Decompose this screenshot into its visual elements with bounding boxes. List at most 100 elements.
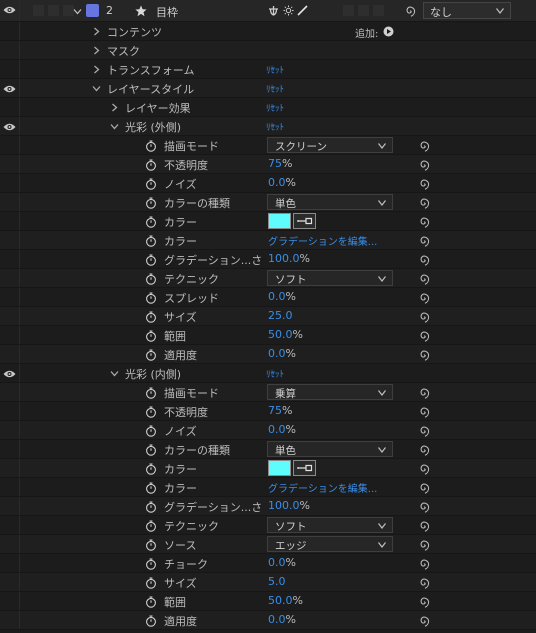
expression-pickwhip-icon[interactable] (418, 273, 430, 285)
property-row[interactable]: スプレッド 0.0% (0, 288, 536, 307)
eye-icon[interactable] (3, 85, 16, 93)
expression-pickwhip-icon[interactable] (418, 596, 430, 608)
group-label[interactable]: レイヤースタイル (107, 81, 194, 97)
expression-pickwhip-icon[interactable] (418, 539, 430, 551)
property-dropdown[interactable]: エッジ (267, 536, 393, 552)
reset-link[interactable]: ﾘｾｯﾄ (266, 120, 284, 133)
value-number[interactable]: 100.0 (268, 252, 300, 265)
chevron-right-icon[interactable] (110, 103, 119, 112)
eyedropper-button[interactable] (293, 213, 316, 229)
property-value[interactable]: 50.0% (268, 594, 303, 607)
stopwatch-icon[interactable] (145, 254, 157, 266)
value-number[interactable]: 0.0 (268, 556, 286, 569)
stopwatch-icon[interactable] (145, 558, 157, 570)
label-color-swatch[interactable] (86, 4, 99, 17)
chevron-right-icon[interactable] (92, 46, 101, 55)
property-row[interactable]: サイズ 5.0 (0, 573, 536, 592)
stopwatch-icon[interactable] (145, 292, 157, 304)
stopwatch-icon[interactable] (145, 216, 157, 228)
value-number[interactable]: 50.0 (268, 328, 293, 341)
stopwatch-icon[interactable] (145, 311, 157, 323)
group-label[interactable]: 光彩 (内側) (125, 366, 181, 382)
stopwatch-icon[interactable] (145, 387, 157, 399)
layer-name[interactable]: 目枠 (156, 4, 178, 20)
property-value[interactable]: 5.0 (268, 575, 286, 588)
layer-header-row[interactable]: 2 目枠 なし (0, 0, 536, 22)
property-value[interactable]: 0.0% (268, 347, 296, 360)
add-play-icon[interactable] (383, 26, 394, 37)
chevron-down-icon[interactable] (110, 369, 119, 378)
reset-link[interactable]: ﾘｾｯﾄ (266, 63, 284, 76)
property-row[interactable]: テクニック ソフト (0, 269, 536, 288)
group-label[interactable]: レイヤー効果 (125, 100, 191, 116)
eye-icon[interactable] (3, 123, 16, 131)
stopwatch-icon[interactable] (145, 159, 157, 171)
expression-pickwhip-icon[interactable] (418, 292, 430, 304)
sun-icon[interactable] (283, 5, 294, 16)
eye-icon[interactable] (3, 370, 16, 378)
stopwatch-icon[interactable] (145, 349, 157, 361)
reset-link[interactable]: ﾘｾｯﾄ (266, 367, 284, 380)
color-swatch[interactable] (268, 460, 291, 476)
expression-pickwhip-icon[interactable] (418, 235, 430, 247)
value-number[interactable]: 25.0 (268, 309, 293, 322)
property-row[interactable]: カラーの種類 単色 (0, 193, 536, 212)
property-value[interactable]: 75% (268, 404, 292, 417)
property-row[interactable]: ノイズ 0.0% (0, 421, 536, 440)
stopwatch-icon[interactable] (145, 501, 157, 513)
stopwatch-icon[interactable] (145, 178, 157, 190)
group-label[interactable]: コンテンツ (107, 24, 162, 40)
property-row[interactable]: 描画モード 乗算 (0, 383, 536, 402)
expression-pickwhip-icon[interactable] (418, 349, 430, 361)
edit-gradient-link[interactable]: グラデーションを編集... (268, 480, 377, 495)
color-swatch[interactable] (268, 213, 291, 229)
stopwatch-icon[interactable] (145, 463, 157, 475)
property-row[interactable]: 適用度 0.0% (0, 611, 536, 630)
value-number[interactable]: 0.0 (268, 347, 286, 360)
property-dropdown[interactable]: ソフト (267, 270, 393, 286)
expression-pickwhip-icon[interactable] (418, 577, 430, 589)
stopwatch-icon[interactable] (145, 482, 157, 494)
switch-box-1[interactable] (343, 5, 354, 16)
chevron-right-icon[interactable] (92, 65, 101, 74)
property-row[interactable]: カラー グラデーションを編集... (0, 478, 536, 497)
property-value[interactable]: 75% (268, 157, 292, 170)
reset-link[interactable]: ﾘｾｯﾄ (266, 82, 284, 95)
stopwatch-icon[interactable] (145, 330, 157, 342)
expression-pickwhip-icon[interactable] (418, 216, 430, 228)
property-value[interactable]: 0.0% (268, 423, 296, 436)
edit-gradient-link[interactable]: グラデーションを編集... (268, 233, 377, 248)
group-label[interactable]: マスク (107, 43, 140, 59)
chevron-down-icon[interactable] (110, 122, 119, 131)
property-row[interactable]: カラー (0, 459, 536, 478)
stopwatch-icon[interactable] (145, 425, 157, 437)
expression-pickwhip-icon[interactable] (418, 444, 430, 456)
expression-pickwhip-icon[interactable] (418, 254, 430, 266)
property-row[interactable]: グラデーション...さ 100.0% (0, 497, 536, 516)
group-label[interactable]: トランスフォーム (107, 62, 194, 78)
expression-pickwhip-icon[interactable] (418, 140, 430, 152)
expression-pickwhip-icon[interactable] (418, 520, 430, 532)
switch-box-2[interactable] (358, 5, 369, 16)
stopwatch-icon[interactable] (145, 273, 157, 285)
expression-pickwhip-icon[interactable] (418, 159, 430, 171)
stopwatch-icon[interactable] (145, 577, 157, 589)
stopwatch-icon[interactable] (145, 539, 157, 551)
property-value[interactable]: 0.0% (268, 613, 296, 626)
property-dropdown[interactable]: スクリーン (267, 137, 393, 153)
chevron-right-icon[interactable] (92, 27, 101, 36)
stopwatch-icon[interactable] (145, 615, 157, 627)
property-row[interactable]: 範囲 50.0% (0, 326, 536, 345)
chevron-down-icon[interactable] (73, 7, 82, 16)
expression-pickwhip-icon[interactable] (418, 387, 430, 399)
property-group-row[interactable]: レイヤースタイル ﾘｾｯﾄ (0, 79, 536, 98)
expression-pickwhip-icon[interactable] (418, 311, 430, 323)
expression-pickwhip-icon[interactable] (418, 197, 430, 209)
property-row[interactable]: チョーク 0.0% (0, 554, 536, 573)
stopwatch-icon[interactable] (145, 520, 157, 532)
property-group-row[interactable]: 光彩 (外側) ﾘｾｯﾄ (0, 117, 536, 136)
expression-pickwhip-icon[interactable] (418, 425, 430, 437)
value-number[interactable]: 0.0 (268, 290, 286, 303)
expression-pickwhip-icon[interactable] (418, 558, 430, 570)
property-row[interactable]: サイズ 25.0 (0, 307, 536, 326)
